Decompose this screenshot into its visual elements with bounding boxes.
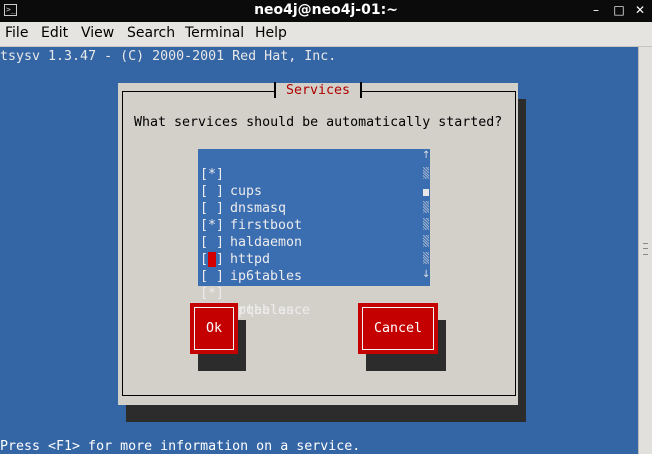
cancel-button-label: Cancel — [373, 321, 423, 336]
service-checkbox[interactable]: [*] — [200, 285, 224, 302]
minimize-button[interactable]: – — [589, 3, 603, 17]
list-item-selected[interactable]: [ ] iptables — [198, 251, 422, 318]
scroll-down-arrow-icon[interactable]: ↓ — [422, 269, 430, 280]
cancel-button[interactable]: Cancel — [358, 303, 438, 354]
dialog-title-text: Services — [285, 83, 351, 98]
ok-button-label: Ok — [205, 321, 222, 336]
dialog-question: What services should be automatically st… — [134, 115, 503, 130]
selection-cursor — [208, 252, 216, 267]
menu-search[interactable]: Search — [127, 25, 175, 41]
service-name: irqbalance — [230, 303, 311, 318]
dialog-title: Services — [274, 82, 362, 100]
list-scroll-thumb[interactable] — [423, 189, 429, 196]
terminal-footer-text: Press <F1> for more information on a ser… — [0, 439, 361, 454]
list-scrollbar[interactable]: ↑ ↓ — [422, 149, 430, 286]
terminal-header-text: ntsysv 1.3.47 - (C) 2000-2001 Red Hat, I… — [0, 49, 337, 64]
maximize-button[interactable]: □ — [612, 3, 626, 17]
list-item[interactable]: [ ] firstboot — [198, 183, 422, 233]
list-item[interactable]: [*] ip6tables — [198, 234, 422, 284]
list-item[interactable]: [*] cups — [198, 149, 422, 199]
menu-view[interactable]: View — [81, 25, 114, 41]
scrollbar-grip-icon — [643, 243, 648, 255]
menu-bar: File Edit View Search Terminal Help — [0, 22, 652, 47]
list-item[interactable]: [*] haldaemon — [198, 200, 422, 250]
menu-terminal[interactable]: Terminal — [185, 25, 244, 41]
menu-help[interactable]: Help — [255, 25, 287, 41]
window-titlebar: >_ neo4j@neo4j-01:~ – □ ✕ — [0, 0, 652, 22]
list-item[interactable]: [ ] dnsmasq — [198, 166, 422, 216]
services-dialog: Services What services should be automat… — [118, 82, 518, 405]
menu-edit[interactable]: Edit — [41, 25, 68, 41]
menu-file[interactable]: File — [5, 25, 28, 41]
ok-button[interactable]: Ok — [190, 303, 238, 354]
services-list[interactable]: [*] cups [ ] dnsmasq [ ] firstboot [*] h… — [198, 149, 430, 318]
list-item[interactable]: [ ] httpd — [198, 217, 422, 267]
window-title: neo4j@neo4j-01:~ — [254, 2, 398, 18]
terminal-scrollbar[interactable] — [638, 47, 652, 454]
close-button[interactable]: ✕ — [633, 3, 647, 17]
scroll-up-arrow-icon[interactable]: ↑ — [422, 150, 430, 161]
list-item[interactable]: [*] irqbalance — [198, 268, 422, 318]
